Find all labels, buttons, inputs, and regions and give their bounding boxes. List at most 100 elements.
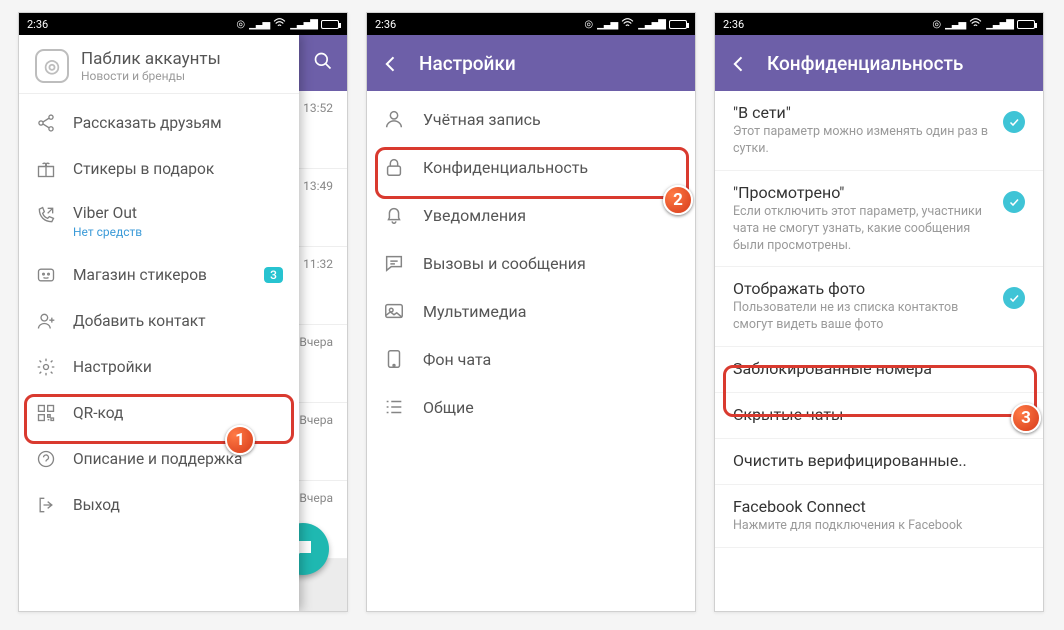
statusbar-icons: ◎ ▁▃▅ ▁▃▅▇ xyxy=(932,18,1035,31)
location-icon: ◎ xyxy=(236,19,245,30)
privacy-row-title: Отображать фото xyxy=(733,279,993,298)
drawer-item-sticker-market[interactable]: Магазин стикеров 3 xyxy=(19,252,299,298)
settings-item-label: Фон чата xyxy=(423,350,679,369)
privacy-row-clear-verified[interactable]: Очистить верифицированные.. xyxy=(715,439,1043,485)
privacy-row-seen[interactable]: "Просмотрено" Если отключить этот параме… xyxy=(715,171,1043,268)
chat-time: 13:52 xyxy=(303,101,333,115)
drawer-item-label: QR-код xyxy=(73,404,283,422)
header-title: Настройки xyxy=(419,52,516,75)
privacy-row-hidden-chats[interactable]: Скрытые чаты xyxy=(715,393,1043,439)
statusbar: 2:36 ◎ ▁▃▅ ▁▃▅▇ xyxy=(367,13,695,35)
header-title: Конфиденциальность xyxy=(767,52,963,75)
app-header: Конфиденциальность xyxy=(715,35,1043,91)
exit-icon xyxy=(35,494,57,516)
privacy-row-desc: Пользователи не из списка контактов смог… xyxy=(733,300,993,334)
gear-icon xyxy=(35,356,57,378)
drawer-item-settings[interactable]: Настройки xyxy=(19,344,299,390)
location-icon: ◎ xyxy=(932,19,941,30)
settings-item-privacy[interactable]: Конфиденциальность xyxy=(367,143,695,191)
statusbar-icons: ◎ ▁▃▅ ▁▃▅▇ xyxy=(236,18,339,31)
privacy-row-blocked-numbers[interactable]: Заблокированные номера xyxy=(715,347,1043,393)
location-icon: ◎ xyxy=(584,19,593,30)
signal-icon: ▁▃▅ xyxy=(249,19,269,30)
privacy-row-show-photo[interactable]: Отображать фото Пользователи не из списк… xyxy=(715,267,1043,347)
back-button[interactable] xyxy=(381,54,399,72)
image-icon xyxy=(383,300,405,322)
wifi-icon xyxy=(969,18,982,31)
signal-icon: ▁▃▅ xyxy=(945,19,965,30)
statusbar-icons: ◎ ▁▃▅ ▁▃▅▇ xyxy=(584,18,687,31)
lock-icon xyxy=(383,156,405,178)
privacy-list: "В сети" Этот параметр можно изменять од… xyxy=(715,91,1043,548)
chat-icon xyxy=(383,252,405,274)
drawer-subtitle: Новости и бренды xyxy=(81,69,221,83)
statusbar-time: 2:36 xyxy=(723,18,744,31)
drawer-title: Паблик аккаунты xyxy=(81,49,221,69)
toggle-check-icon[interactable] xyxy=(1003,287,1025,309)
wifi-icon xyxy=(273,18,286,31)
privacy-row-title: Facebook Connect xyxy=(733,497,1025,516)
settings-item-label: Уведомления xyxy=(423,206,679,225)
privacy-row-desc: Если отключить этот параметр, участники … xyxy=(733,204,993,255)
statusbar: 2:36 ◎ ▁▃▅ ▁▃▅▇ xyxy=(19,13,347,35)
add-contact-icon xyxy=(35,310,57,332)
share-icon xyxy=(35,112,57,134)
sticker-badge: 3 xyxy=(264,267,283,283)
settings-item-chat-background[interactable]: Фон чата xyxy=(367,335,695,383)
statusbar-time: 2:36 xyxy=(375,18,396,31)
privacy-row-title: Скрытые чаты xyxy=(733,405,1025,424)
privacy-row-title: "В сети" xyxy=(733,103,993,122)
phone-screen-3: 2:36 ◎ ▁▃▅ ▁▃▅▇ Конфиденциальность "В се… xyxy=(714,12,1044,612)
phone-screen-2: 2:36 ◎ ▁▃▅ ▁▃▅▇ Настройки Учётная запись… xyxy=(366,12,696,612)
chat-time: Вчера xyxy=(299,491,333,505)
back-button[interactable] xyxy=(729,54,747,72)
privacy-row-title: Заблокированные номера xyxy=(733,359,1025,378)
toggle-check-icon[interactable] xyxy=(1003,191,1025,213)
settings-item-label: Конфиденциальность xyxy=(423,158,679,177)
privacy-row-title: Очистить верифицированные.. xyxy=(733,451,1025,470)
chat-time: 11:32 xyxy=(303,257,333,271)
chat-time: 13:49 xyxy=(303,179,333,193)
drawer-item-exit[interactable]: Выход xyxy=(19,482,299,528)
privacy-row-online[interactable]: "В сети" Этот параметр можно изменять од… xyxy=(715,91,1043,171)
drawer-item-support[interactable]: Описание и поддержка xyxy=(19,436,299,482)
settings-item-account[interactable]: Учётная запись xyxy=(367,95,695,143)
settings-list: Учётная запись Конфиденциальность Уведом… xyxy=(367,91,695,435)
wallpaper-icon xyxy=(383,348,405,370)
drawer-item-gift-stickers[interactable]: Стикеры в подарок xyxy=(19,146,299,192)
search-icon[interactable] xyxy=(313,51,333,75)
settings-item-label: Мультимедиа xyxy=(423,302,679,321)
statusbar: 2:36 ◎ ▁▃▅ ▁▃▅▇ xyxy=(715,13,1043,35)
settings-item-notifications[interactable]: Уведомления xyxy=(367,191,695,239)
drawer-item-label: Магазин стикеров xyxy=(73,266,248,284)
phone-screen-1: 2:36 ◎ ▁▃▅ ▁▃▅▇ овы 13:52 13:49 11:32 Вч… xyxy=(18,12,348,612)
battery-icon xyxy=(321,20,339,29)
cell-icon: ▁▃▅▇ xyxy=(290,19,317,30)
settings-item-label: Вызовы и сообщения xyxy=(423,254,679,273)
qr-icon xyxy=(35,402,57,424)
gift-icon xyxy=(35,158,57,180)
privacy-row-desc: Нажмите для подключения к Facebook xyxy=(733,518,1025,535)
drawer-item-qr[interactable]: QR-код xyxy=(19,390,299,436)
drawer-item-viber-out[interactable]: Viber Out Нет средств xyxy=(19,192,299,252)
toggle-check-icon[interactable] xyxy=(1003,111,1025,133)
chat-time: Вчера xyxy=(299,413,333,427)
battery-icon xyxy=(1017,20,1035,29)
cell-icon: ▁▃▅▇ xyxy=(638,19,665,30)
settings-item-media[interactable]: Мультимедиа xyxy=(367,287,695,335)
support-icon xyxy=(35,448,57,470)
signal-icon: ▁▃▅ xyxy=(597,19,617,30)
drawer-item-label: Стикеры в подарок xyxy=(73,160,283,178)
drawer-item-add-contact[interactable]: Добавить контакт xyxy=(19,298,299,344)
drawer-item-share[interactable]: Рассказать друзьям xyxy=(19,100,299,146)
drawer-item-label: Viber Out Нет средств xyxy=(73,204,283,240)
drawer-item-label: Настройки xyxy=(73,358,283,376)
settings-item-label: Общие xyxy=(423,398,679,417)
privacy-row-facebook[interactable]: Facebook Connect Нажмите для подключения… xyxy=(715,485,1043,548)
user-icon xyxy=(383,108,405,130)
settings-item-general[interactable]: Общие xyxy=(367,383,695,431)
app-header: Настройки xyxy=(367,35,695,91)
settings-item-calls-messages[interactable]: Вызовы и сообщения xyxy=(367,239,695,287)
drawer-header[interactable]: ◎ Паблик аккаунты Новости и бренды xyxy=(19,35,299,94)
public-accounts-icon: ◎ xyxy=(35,49,69,83)
